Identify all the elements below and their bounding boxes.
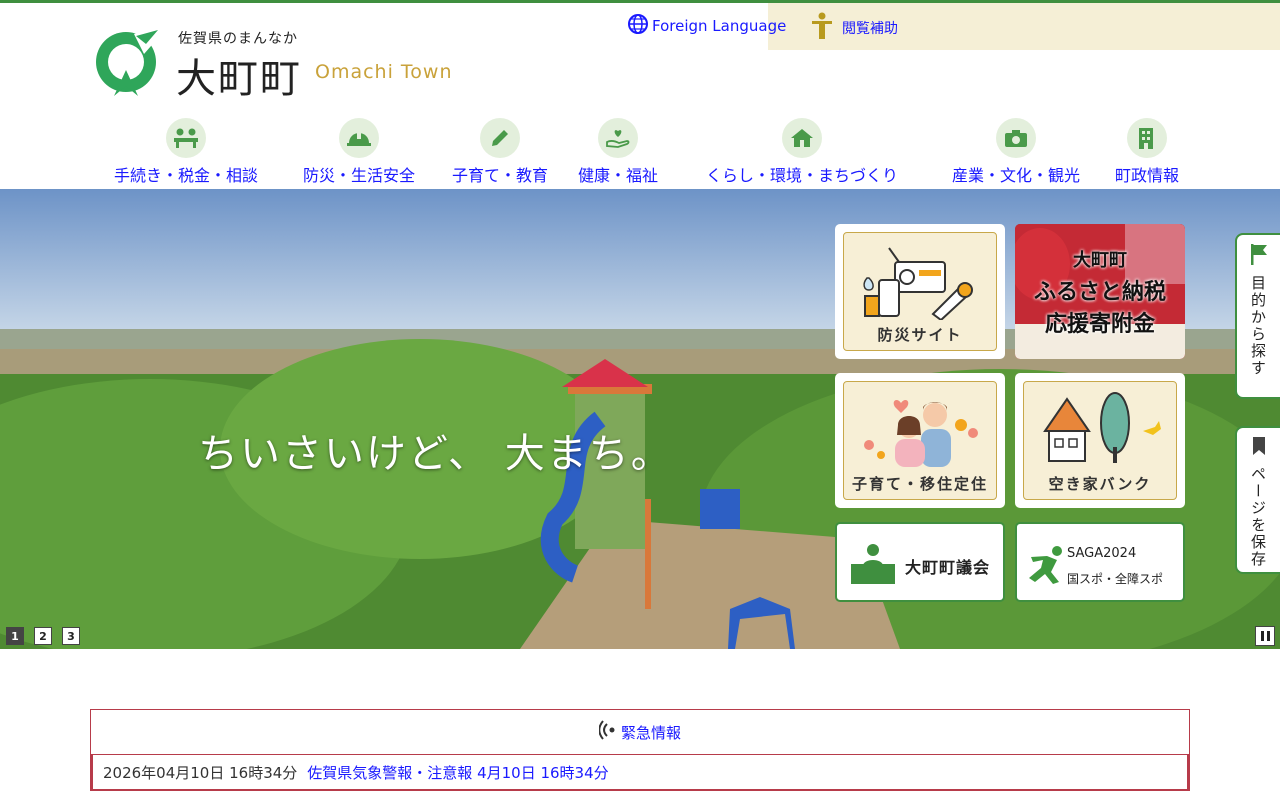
nav-label: 町政情報 (1115, 166, 1180, 185)
pause-button[interactable] (1255, 626, 1275, 646)
slide-indicators: 1 2 3 (6, 627, 80, 645)
radio-flashlight-icon (863, 247, 973, 320)
save-page-label: ページを保存 (1249, 466, 1267, 568)
accessibility-label: 閲覧補助 (842, 21, 898, 37)
emergency-item: 2026年04月10日 16時34分 佐賀県気象警報・注意報 4月10日 16時… (91, 755, 1189, 791)
tile-label: 防災サイト (877, 326, 963, 344)
people-counter-icon (166, 118, 206, 158)
nav-procedures[interactable]: 手続き・税金・相談 (114, 118, 258, 186)
saga2024-banner[interactable]: SAGA2024 国スポ・全障スポ (1015, 522, 1185, 602)
tile-label: 子育て・移住定住 (851, 475, 988, 493)
broadcast-icon (598, 720, 617, 744)
pencil-icon (480, 118, 520, 158)
nav-label: 手続き・税金・相談 (114, 166, 259, 185)
tile-label: 空き家バンク (1048, 475, 1152, 493)
town-council-banner[interactable]: 大町町議会 (835, 522, 1005, 602)
nav-label: 防災・生活安全 (303, 166, 416, 185)
town-logo[interactable] (94, 26, 162, 98)
nav-label: くらし・環境・まちづくり (706, 166, 899, 185)
bookmark-icon (1251, 436, 1267, 460)
slide-indicator[interactable]: 2 (34, 627, 52, 645)
nav-label: 産業・文化・観光 (952, 166, 1081, 185)
tile-label: 大町町議会 (905, 558, 991, 577)
council-podium-icon (851, 544, 895, 584)
nav-health[interactable]: 健康・福祉 (578, 118, 658, 186)
furusato-line2: ふるさと納税 (1033, 279, 1166, 305)
foreign-language-label: Foreign Language (652, 17, 787, 35)
flag-icon (1249, 243, 1269, 269)
nav-industry[interactable]: 産業・文化・観光 (952, 118, 1080, 186)
runner-icon (1029, 546, 1062, 584)
building-icon (1127, 118, 1167, 158)
slide-indicator[interactable]: 3 (62, 627, 80, 645)
emergency-info-panel: 緊急情報 2026年04月10日 16時34分 佐賀県気象警報・注意報 4月10… (90, 709, 1190, 791)
nav-childcare[interactable]: 子育て・教育 (452, 118, 548, 186)
hero-catchphrase: ちいさいけど、 大まち。 (198, 431, 673, 477)
globe-icon (628, 14, 648, 38)
furusato-line3: 応援寄附金 (1044, 311, 1155, 337)
nav-government[interactable]: 町政情報 (1115, 118, 1179, 186)
town-name[interactable]: 大町町 (176, 46, 302, 104)
person-accessibility-icon (810, 12, 834, 44)
family-illustration-icon (864, 400, 978, 467)
find-by-purpose-label: 目的から探す (1249, 275, 1267, 377)
furusato-line1: 大町町 (1073, 250, 1127, 271)
saga-line1: SAGA2024 (1067, 546, 1137, 561)
nav-disaster[interactable]: 防災・生活安全 (303, 118, 415, 186)
camera-icon (996, 118, 1036, 158)
house-icon (782, 118, 822, 158)
emergency-link[interactable]: 佐賀県気象警報・注意報 4月10日 16時34分 (307, 762, 608, 783)
foreign-language-link[interactable]: Foreign Language (628, 14, 786, 38)
town-name-english: Omachi Town (315, 61, 453, 83)
childcare-migration-banner[interactable]: 子育て・移住定住 (835, 373, 1005, 508)
emergency-title[interactable]: 緊急情報 (621, 722, 681, 743)
emergency-date: 2026年04月10日 16時34分 (103, 763, 298, 782)
slide-indicator[interactable]: 1 (6, 627, 24, 645)
nav-living[interactable]: くらし・環境・まちづくり (706, 118, 898, 186)
tagline: 佐賀県のまんなか (178, 31, 298, 47)
heart-hand-icon (598, 118, 638, 158)
furusato-tax-banner[interactable]: 大町町 ふるさと納税 応援寄附金 (1015, 224, 1185, 359)
disaster-site-banner[interactable]: 防災サイト (835, 224, 1005, 359)
save-page-tab[interactable]: ページを保存 (1235, 426, 1280, 574)
saga-line2: 国スポ・全障スポ (1067, 572, 1164, 586)
helmet-icon (339, 118, 379, 158)
nav-label: 健康・福祉 (578, 166, 659, 185)
accessibility-link[interactable]: 閲覧補助 (810, 12, 898, 44)
vacant-house-bank-banner[interactable]: 空き家バンク (1015, 373, 1185, 508)
nav-label: 子育て・教育 (452, 166, 549, 185)
house-tree-icon (1043, 392, 1161, 463)
find-by-purpose-tab[interactable]: 目的から探す (1235, 233, 1280, 399)
